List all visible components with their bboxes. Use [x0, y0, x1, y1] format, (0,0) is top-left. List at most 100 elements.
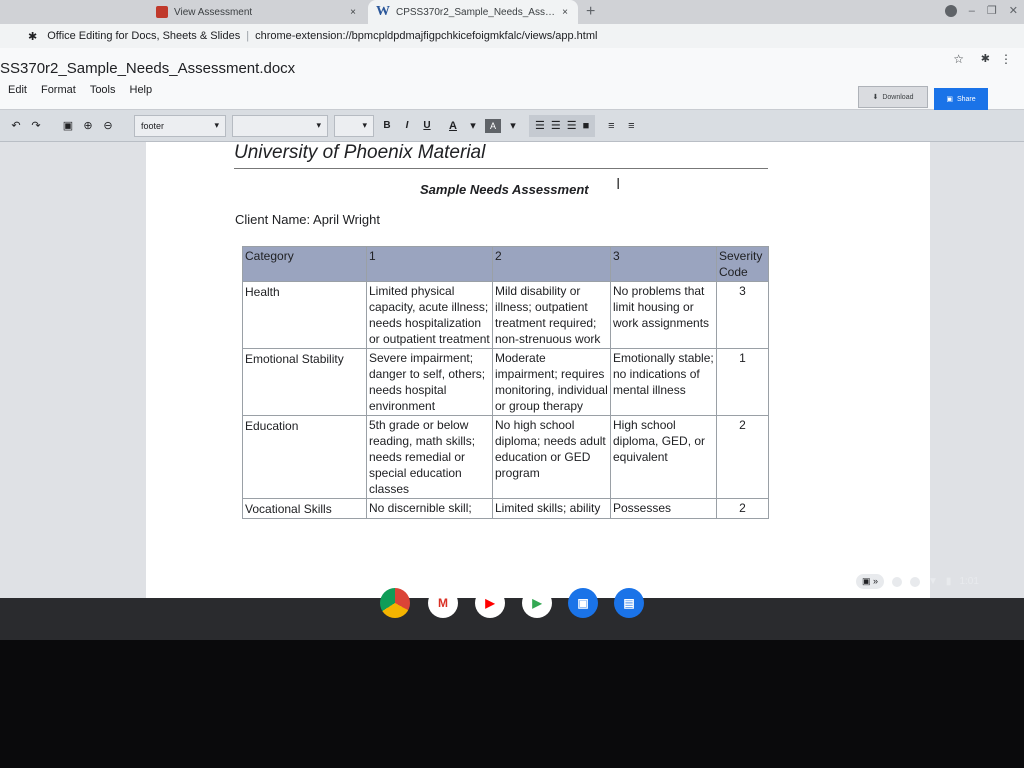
files-icon[interactable]: ▣ — [568, 588, 598, 618]
underline-button[interactable]: U — [419, 115, 435, 137]
document-page[interactable]: University of Phoenix Material Sample Ne… — [146, 142, 930, 598]
youtube-icon[interactable]: ▶ — [475, 588, 505, 618]
text-color-button[interactable]: A — [445, 115, 461, 137]
table-cell: Mild disability or illness; outpatient t… — [492, 281, 611, 349]
download-icon: ⬇ — [872, 94, 879, 101]
table-cell: Severe impairment; danger to self, other… — [366, 348, 493, 416]
bulleted-list-icon[interactable]: ≡ — [623, 115, 639, 137]
italic-button[interactable]: I — [399, 115, 415, 137]
menu-help[interactable]: Help — [130, 84, 153, 96]
bold-button[interactable]: B — [379, 115, 395, 137]
tab-title: View Assessment — [174, 6, 253, 18]
docs-app-icon[interactable]: ▤ — [614, 588, 644, 618]
share-label: Share — [956, 95, 976, 103]
table-cell: Limited physical capacity, acute illness… — [366, 281, 493, 349]
table-cell: No problems that limit housing or work a… — [610, 281, 717, 349]
column-header: Category — [242, 246, 367, 282]
highlight-color-button[interactable]: A — [485, 118, 501, 133]
url-text[interactable]: chrome-extension://bpmcpldpdmajfigpchkic… — [255, 30, 597, 42]
align-right-icon[interactable]: ☰ — [567, 119, 577, 132]
wifi-icon: ▼ — [928, 576, 938, 587]
new-tab-button[interactable]: + — [586, 3, 595, 21]
close-window-icon[interactable]: ✕ — [1009, 4, 1018, 17]
severity-cell: 1 — [716, 348, 769, 416]
table-row: Vocational Skills No discernible skill; … — [242, 498, 769, 519]
window-controls: – ❐ ✕ — [944, 4, 1018, 17]
column-header: Severity Code — [716, 246, 769, 282]
tab-strip: View Assessment × W CPSS370r2_Sample_Nee… — [0, 0, 1024, 24]
menu-tools[interactable]: Tools — [90, 84, 116, 96]
docs-favicon-icon — [156, 6, 168, 18]
status-tray[interactable]: ▣ » ▼ ▮ 1:01 — [856, 574, 979, 589]
redo-icon[interactable]: ↷ — [28, 115, 44, 137]
table-row: Health Limited physical capacity, acute … — [242, 281, 769, 349]
formatting-toolbar: ↶ ↷ ▣ ⊕ ⊖ footer ▾ ▾ ▾ B I U A ▾ A ▾ ☰ ☰… — [0, 110, 1024, 142]
numbered-list-icon[interactable]: ≡ — [603, 115, 619, 137]
battery-icon: ▮ — [945, 576, 952, 587]
extension-icon: ✱ — [28, 30, 38, 43]
chrome-icon[interactable] — [380, 588, 410, 618]
download-label: Download — [882, 93, 914, 101]
table-cell: No high school diploma; needs adult educ… — [492, 415, 611, 499]
severity-cell: 2 — [716, 415, 769, 499]
laptop-bezel — [0, 640, 1024, 768]
table-row: Education 5th grade or below reading, ma… — [242, 415, 769, 499]
document-canvas[interactable]: University of Phoenix Material Sample Ne… — [0, 142, 1024, 598]
share-button[interactable]: ▣ Share — [934, 88, 988, 110]
client-name-line: Client Name: April Wright — [235, 212, 380, 227]
tab-title: CPSS370r2_Sample_Needs_Ass… — [396, 6, 555, 18]
style-value: footer — [141, 120, 165, 131]
extensions-puzzle-icon[interactable]: ✱ — [981, 52, 990, 65]
input-method-badge[interactable]: ▣ » — [856, 574, 885, 589]
table-cell: Limited skills; ability — [492, 498, 611, 519]
app-header: SS370r2_Sample_Needs_Assessment.docx Edi… — [0, 48, 1024, 110]
header-divider — [234, 168, 768, 169]
chevron-down-icon[interactable]: ▾ — [505, 115, 521, 137]
tab-needs-assessment[interactable]: W CPSS370r2_Sample_Needs_Ass… × — [368, 0, 578, 24]
font-size-select[interactable]: ▾ — [334, 114, 374, 137]
zoom-out-icon[interactable]: ⊖ — [100, 115, 116, 137]
address-bar[interactable]: ✱ Office Editing for Docs, Sheets & Slid… — [0, 24, 1024, 48]
play-store-icon[interactable]: ▶ — [522, 588, 552, 618]
minimize-icon[interactable]: – — [969, 5, 975, 17]
gmail-icon[interactable]: M — [428, 588, 458, 618]
align-justify-icon[interactable]: ■ — [583, 120, 590, 132]
tab-view-assessment[interactable]: View Assessment × — [100, 0, 364, 24]
extension-name: Office Editing for Docs, Sheets & Slides — [47, 30, 241, 42]
font-family-select[interactable]: ▾ — [232, 114, 328, 137]
download-button[interactable]: ⬇ Download — [858, 86, 928, 108]
menu-edit[interactable]: Edit — [8, 84, 27, 96]
table-cell: Emotionally stable; no indications of me… — [610, 348, 717, 416]
tab-close-icon[interactable]: × — [350, 7, 356, 18]
table-cell: Moderate impairment; requires monitoring… — [492, 348, 611, 416]
align-left-icon[interactable]: ☰ — [535, 119, 545, 132]
undo-icon[interactable]: ↶ — [8, 115, 24, 137]
restore-icon[interactable]: ❐ — [987, 4, 997, 17]
document-name[interactable]: SS370r2_Sample_Needs_Assessment.docx — [0, 60, 295, 77]
fit-page-icon[interactable]: ▣ — [60, 115, 76, 137]
tab-close-icon[interactable]: × — [562, 7, 568, 18]
column-header: 1 — [366, 246, 493, 282]
browser-menu-icon[interactable]: ⋮ — [1000, 52, 1012, 66]
notification-icon — [892, 576, 903, 587]
bookmark-star-icon[interactable]: ☆ — [953, 52, 964, 66]
chevron-down-icon: ▾ — [316, 120, 321, 130]
page-header-text: University of Phoenix Material — [234, 142, 486, 163]
category-cell: Health — [242, 281, 367, 349]
document-title: Sample Needs Assessment — [420, 182, 589, 197]
align-center-icon[interactable]: ☰ — [551, 119, 561, 132]
zoom-in-icon[interactable]: ⊕ — [80, 115, 96, 137]
category-cell: Emotional Stability — [242, 348, 367, 416]
table-header-row: Category 1 2 3 Severity Code — [242, 246, 769, 282]
profile-icon[interactable] — [944, 4, 957, 17]
paragraph-style-select[interactable]: footer ▾ — [134, 114, 226, 137]
alignment-group: ☰ ☰ ☰ ■ — [529, 114, 596, 137]
column-header: 2 — [492, 246, 611, 282]
menu-format[interactable]: Format — [41, 84, 76, 96]
address-separator: | — [246, 30, 250, 42]
menu-bar: Edit Format Tools Help — [8, 84, 152, 96]
column-header: 3 — [610, 246, 717, 282]
chevron-down-icon: ▾ — [362, 120, 367, 130]
category-cell: Vocational Skills — [242, 498, 367, 519]
chevron-down-icon[interactable]: ▾ — [465, 115, 481, 137]
